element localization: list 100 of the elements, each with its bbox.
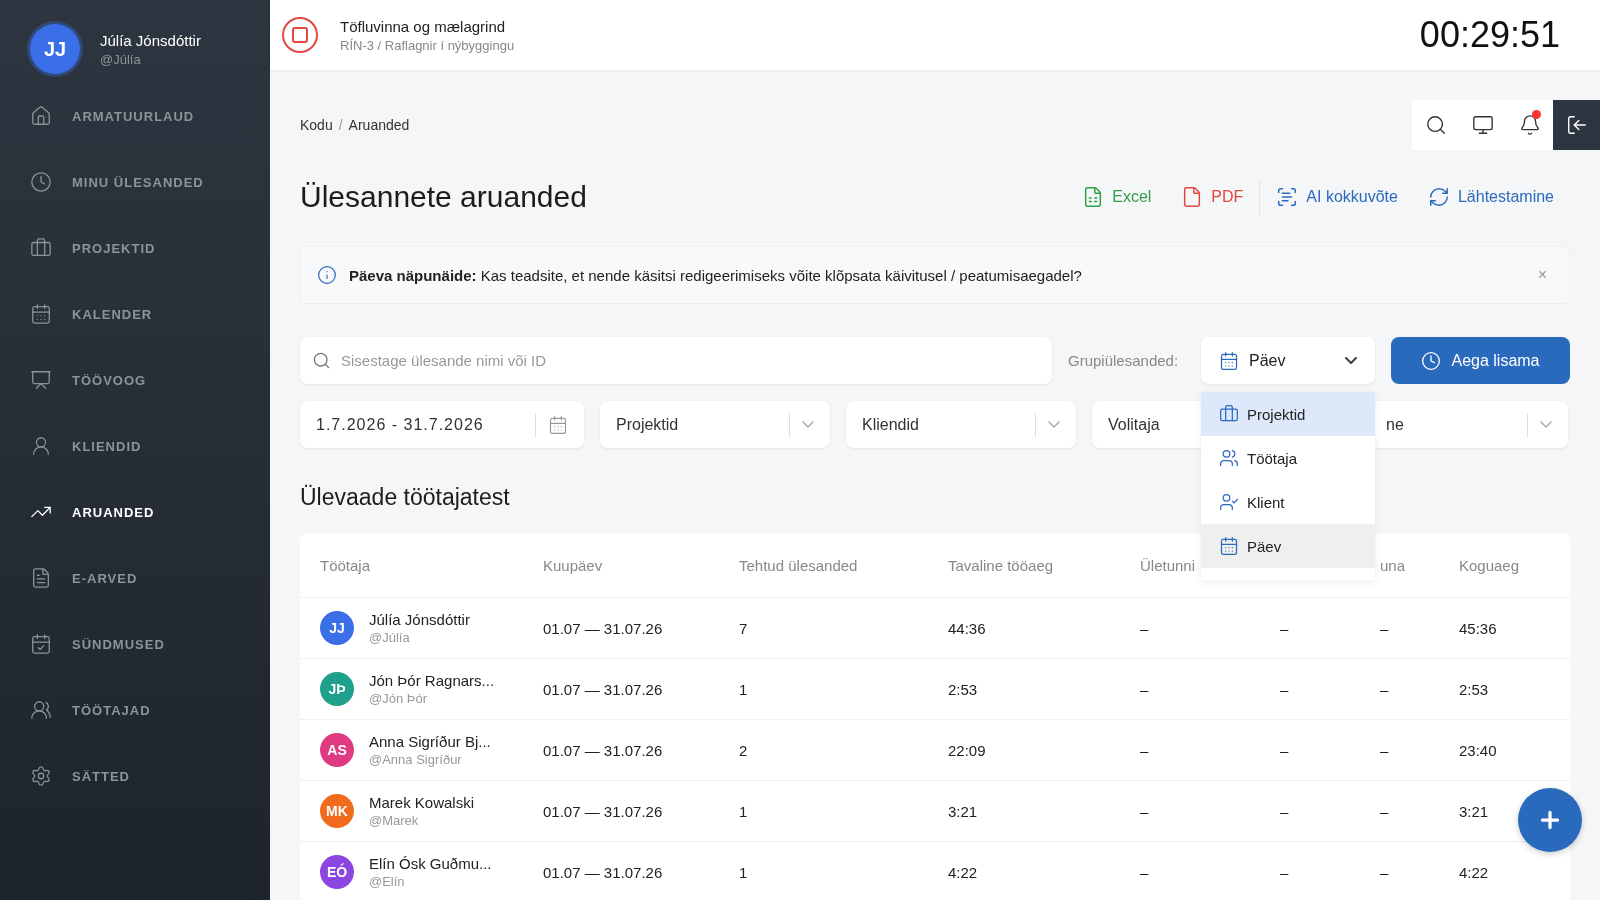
settings-icon xyxy=(30,765,52,787)
employee-name: Jón Þór Ragnars... xyxy=(369,672,495,689)
nav-item[interactable]: TÖÖTAJAD xyxy=(0,677,270,743)
employee-avatar: JJ xyxy=(320,611,354,645)
table-cell-text: 3:21 xyxy=(1459,802,1490,820)
nav-item[interactable]: KLIENDID xyxy=(0,413,270,479)
table-cell-text: – xyxy=(1140,680,1150,698)
document-icon xyxy=(30,567,52,589)
filter-select[interactable]: Projektid xyxy=(600,401,830,448)
table-cell-text: – xyxy=(1140,619,1150,637)
employee-handle: @Elín xyxy=(369,874,406,889)
table-cell-text: 4:22 xyxy=(1459,863,1490,881)
chevron-icon xyxy=(1540,421,1552,428)
action-button[interactable]: PDF xyxy=(1181,182,1244,212)
table-cell-text: 45:36 xyxy=(1459,619,1498,637)
table-cell-text: – xyxy=(1140,863,1150,881)
table-cell-text: 22:09 xyxy=(948,741,987,759)
search-icon xyxy=(312,351,331,370)
table-cell-text: 2:53 xyxy=(948,680,979,698)
action-button[interactable]: AI kokkuvõte xyxy=(1276,182,1398,212)
column-header: Kuupäev xyxy=(543,556,604,574)
date-range-field[interactable]: 1.7.2026 - 31.7.2026 xyxy=(300,401,584,448)
dropdown-option[interactable]: Projektid xyxy=(1201,392,1375,436)
employee-name: Anna Sigríður Bj... xyxy=(369,733,491,750)
dropdown-option[interactable]: Töötaja xyxy=(1201,436,1375,480)
nav-item[interactable]: TÖÖVOOG xyxy=(0,347,270,413)
calendar-check-icon xyxy=(30,633,52,655)
dropdown-option[interactable]: Klient xyxy=(1201,480,1375,524)
task-path: RÍN-3 / Raflagnir í nýbyggingu xyxy=(340,37,515,53)
nav-item[interactable]: SÄTTED xyxy=(0,743,270,809)
employee-avatar: JÞ xyxy=(320,672,354,706)
nav-item[interactable]: MINU ÜLESANDED xyxy=(0,149,270,215)
monitor-icon xyxy=(1471,114,1494,136)
table-cell-text: 23:40 xyxy=(1459,741,1498,759)
calendar-icon xyxy=(30,303,52,325)
group-select[interactable]: Päev xyxy=(1201,337,1375,384)
calendar-icon xyxy=(1219,536,1239,556)
table-cell-text: – xyxy=(1140,741,1150,759)
add-time-button[interactable]: Aega lisama xyxy=(1391,337,1570,384)
table-cell-text: 2 xyxy=(739,741,749,759)
table-cell-text: – xyxy=(1280,741,1290,759)
table-cell-text: 7 xyxy=(739,619,749,637)
page-title: Ülesannete aruanded xyxy=(300,180,587,214)
breadcrumb-link[interactable]: Kodu xyxy=(300,117,333,133)
column-header: una xyxy=(1380,556,1407,574)
user-handle: @Júlía xyxy=(100,51,142,67)
table-cell-text: – xyxy=(1280,619,1290,637)
table-cell-text: – xyxy=(1380,741,1390,759)
breadcrumb-link[interactable]: Aruanded xyxy=(348,117,410,133)
nav-item[interactable]: PROJEKTID xyxy=(0,215,270,281)
calendar-icon xyxy=(548,414,568,435)
employee-handle: @Marek xyxy=(369,813,420,828)
info-icon xyxy=(317,265,337,285)
logout-button[interactable] xyxy=(1553,100,1600,150)
filter-select[interactable]: Kliendid xyxy=(846,401,1076,448)
user-avatar[interactable]: JJ xyxy=(30,24,80,74)
scan-text-icon xyxy=(1276,186,1299,208)
nav-item[interactable]: ARMATUURLAUD xyxy=(0,83,270,149)
table-cell-text: 01.07 — 31.07.26 xyxy=(543,680,664,698)
action-button[interactable]: Lähtestamine xyxy=(1427,182,1554,212)
chevron-icon xyxy=(802,421,814,428)
users-icon xyxy=(1219,448,1239,468)
calendar-icon xyxy=(1219,350,1239,371)
nav-item[interactable]: ARUANDED xyxy=(0,479,270,545)
search-field[interactable]: Sisestage ülesande nimi või ID xyxy=(341,348,1040,373)
briefcase-icon xyxy=(30,237,52,259)
table-cell-text: 1 xyxy=(739,680,749,698)
group-label: Grupiülesanded: xyxy=(1068,352,1180,369)
table-cell-text: 1 xyxy=(739,802,749,820)
employee-handle: @Jón Þór xyxy=(369,691,428,706)
employee-avatar: EÓ xyxy=(320,855,354,889)
user-icon xyxy=(30,435,52,457)
table-cell-text: – xyxy=(1280,802,1290,820)
table-cell-text: 01.07 — 31.07.26 xyxy=(543,863,664,881)
column-header: Koguaeg xyxy=(1459,556,1521,574)
search-icon xyxy=(1424,114,1447,136)
tip-text: Päeva näpunäide: Kas teadsite, et nende käsitsi redigeerimiseks võite klõpsata käivitusel / peatumisaegadel? xyxy=(349,266,1083,284)
home-icon xyxy=(30,105,52,127)
table-cell-text: 01.07 — 31.07.26 xyxy=(543,619,664,637)
table-cell-text: 2:53 xyxy=(1459,680,1490,698)
nav-item[interactable]: KALENDER xyxy=(0,281,270,347)
action-button[interactable]: Excel xyxy=(1082,182,1152,212)
dropdown-option[interactable]: Päev xyxy=(1201,524,1375,568)
clock-icon xyxy=(30,171,52,193)
search-box[interactable]: Sisestage ülesande nimi või ID xyxy=(300,337,1052,384)
nav-item[interactable]: SÜNDMUSED xyxy=(0,611,270,677)
nav-item[interactable]: E-ARVED xyxy=(0,545,270,611)
close-button[interactable]: × xyxy=(1531,266,1553,284)
column-header: Ületunni xyxy=(1140,556,1197,574)
employee-name: Júlía Jónsdóttir xyxy=(369,611,470,628)
chevron-icon xyxy=(1048,421,1060,428)
users-icon xyxy=(30,699,52,721)
stop-button[interactable] xyxy=(282,17,318,53)
date-range: 1.7.2026 - 31.7.2026 xyxy=(316,415,485,434)
table-cell-text: – xyxy=(1280,680,1290,698)
table-cell-text: 3:21 xyxy=(948,802,979,820)
employee-avatar: MK xyxy=(320,794,354,828)
table-cell-text: 44:36 xyxy=(948,619,987,637)
user-check-icon xyxy=(1219,492,1239,512)
table-cell-text: 4:22 xyxy=(948,863,979,881)
